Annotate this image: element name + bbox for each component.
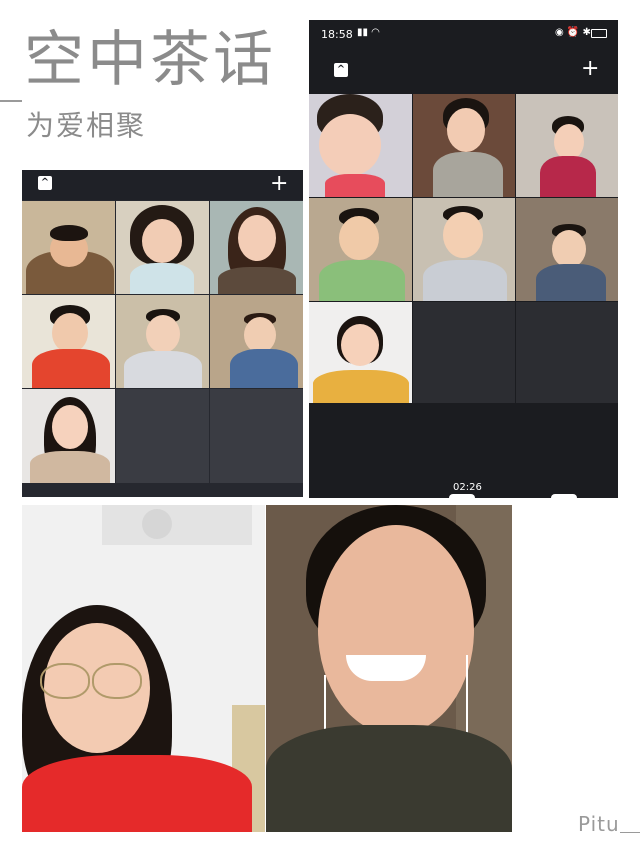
watermark-underline [620, 832, 640, 833]
watermark-text: Pitu [578, 812, 620, 836]
photo-woman-glasses [22, 505, 265, 832]
plus-icon: + [581, 56, 600, 81]
participant-tile[interactable] [116, 295, 209, 388]
status-time: 18:58 [321, 28, 353, 41]
participant-tile[interactable] [413, 198, 515, 301]
control-button-edge[interactable] [551, 494, 577, 498]
participant-tile[interactable] [210, 295, 303, 388]
page-title: 空中茶话 [24, 25, 276, 95]
phone-video-call: 18:58 ▮▮ ◠ ◉ ⏰ ✱ ^ + 02:26 [309, 20, 618, 498]
plus-icon: + [270, 171, 289, 196]
empty-tile [516, 302, 618, 403]
video-call-grid-left: ^ + [22, 170, 303, 497]
status-bar: 18:58 ▮▮ ◠ ◉ ⏰ ✱ [309, 20, 618, 46]
collapse-button[interactable]: ^ [334, 63, 348, 77]
collapse-button[interactable]: ^ [38, 176, 52, 190]
participant-tile[interactable] [22, 389, 115, 483]
participant-tile[interactable] [116, 201, 209, 294]
page-subtitle: 为爱相聚 [26, 109, 147, 142]
add-participant-button[interactable]: + [270, 173, 288, 195]
glasses-left-lens [40, 663, 90, 699]
participant-tile[interactable] [309, 198, 412, 301]
title-divider [0, 100, 22, 102]
control-button-edge[interactable] [449, 494, 475, 498]
glasses-right-lens [92, 663, 142, 699]
empty-tile [413, 302, 515, 403]
call-toolbar: ^ + [22, 170, 303, 200]
participant-tile[interactable] [309, 94, 412, 197]
participant-tile[interactable] [516, 198, 618, 301]
alarm-bluetooth-icon: ◉ ⏰ ✱ [555, 27, 591, 38]
participant-tile[interactable] [516, 94, 618, 197]
signal-wifi-icon: ▮▮ ◠ [357, 27, 380, 38]
chevron-up-icon: ^ [336, 64, 346, 75]
participant-tile[interactable] [22, 295, 115, 388]
empty-tile [210, 389, 303, 483]
photo-woman-earphones [266, 505, 512, 832]
battery-icon [591, 29, 607, 38]
participant-tile[interactable] [210, 201, 303, 294]
ceiling [102, 505, 252, 545]
participant-tile[interactable] [413, 94, 515, 197]
ceiling-fan [142, 509, 172, 539]
participant-tile[interactable] [309, 302, 412, 403]
chevron-up-icon: ^ [40, 177, 50, 188]
participant-tile[interactable] [22, 201, 115, 294]
call-timer: 02:26 [453, 482, 482, 493]
add-participant-button[interactable]: + [581, 58, 599, 80]
empty-tile [116, 389, 209, 483]
